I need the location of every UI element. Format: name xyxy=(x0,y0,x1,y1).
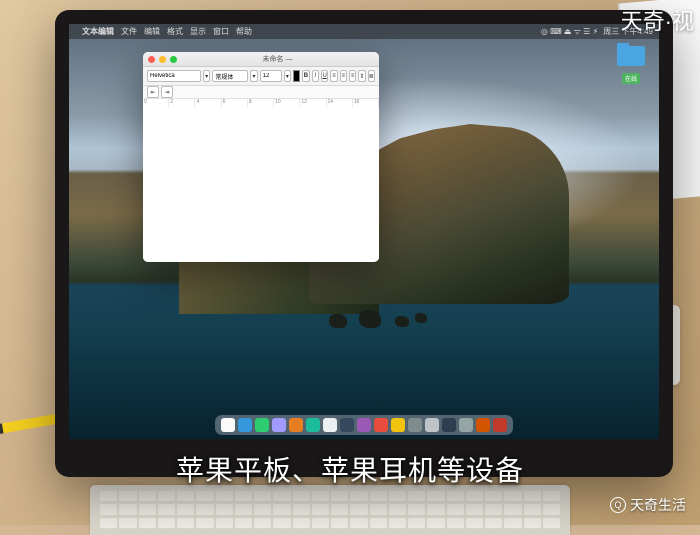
desktop-folder[interactable]: 在线 xyxy=(613,46,649,86)
dock-app[interactable] xyxy=(391,418,405,432)
font-family-field[interactable] xyxy=(147,70,201,82)
dock-app[interactable] xyxy=(340,418,354,432)
indent-increase-button[interactable]: ⇥ xyxy=(161,86,173,98)
chevron-down-icon[interactable]: ▾ xyxy=(250,70,257,82)
titlebar[interactable]: 未命名 — xyxy=(143,52,379,67)
traffic-lights xyxy=(148,56,177,63)
menu-format[interactable]: 格式 xyxy=(167,26,183,37)
menubar: 文本编辑 文件 编辑 格式 显示 窗口 帮助 ◎ ⌨ ⏏ ᯤ ☰ ⚡︎ 周三 下… xyxy=(69,24,659,39)
format-toolbar: ▾ ▾ ▾ B I U ≡ ≡ ≡ ⇕ ≣ xyxy=(143,67,379,86)
dock-app[interactable] xyxy=(476,418,490,432)
folder-icon xyxy=(617,46,645,66)
align-center-button[interactable]: ≡ xyxy=(340,70,347,82)
line-spacing-button[interactable]: ⇕ xyxy=(358,70,365,82)
watermark-top-right: 天奇·视 xyxy=(621,4,694,36)
dock-app[interactable] xyxy=(289,418,303,432)
dock-app[interactable] xyxy=(238,418,252,432)
keyboard-prop xyxy=(90,485,570,535)
menu-window[interactable]: 窗口 xyxy=(213,26,229,37)
document-area[interactable] xyxy=(143,107,379,262)
dock-app[interactable] xyxy=(408,418,422,432)
bold-button[interactable]: B xyxy=(302,70,309,82)
dock-app[interactable] xyxy=(357,418,371,432)
dock-app[interactable] xyxy=(221,418,235,432)
dock-app[interactable] xyxy=(306,418,320,432)
app-name[interactable]: 文本编辑 xyxy=(82,26,114,37)
zoom-button[interactable] xyxy=(170,56,177,63)
dock-app[interactable] xyxy=(493,418,507,432)
font-size-field[interactable] xyxy=(260,70,282,82)
close-button[interactable] xyxy=(148,56,155,63)
watermark-bottom-right: Q 天奇生活 xyxy=(610,495,686,515)
desk-surface: 文本编辑 文件 编辑 格式 显示 窗口 帮助 ◎ ⌨ ⏏ ᯤ ☰ ⚡︎ 周三 下… xyxy=(0,0,700,525)
window-title: 未命名 — xyxy=(181,54,374,64)
align-right-button[interactable]: ≡ xyxy=(349,70,356,82)
textedit-window[interactable]: 未命名 — ▾ ▾ ▾ B I U ≡ ≡ ≡ ⇕ ≣ xyxy=(143,52,379,262)
screen: 文本编辑 文件 编辑 格式 显示 窗口 帮助 ◎ ⌨ ⏏ ᯤ ☰ ⚡︎ 周三 下… xyxy=(69,24,659,439)
dock-app[interactable] xyxy=(459,418,473,432)
dock xyxy=(215,415,513,435)
minimize-button[interactable] xyxy=(159,56,166,63)
indent-decrease-button[interactable]: ⇤ xyxy=(147,86,159,98)
sea-rocks xyxy=(329,304,439,334)
underline-button[interactable]: U xyxy=(321,70,328,82)
menu-edit[interactable]: 编辑 xyxy=(144,26,160,37)
font-style-field[interactable] xyxy=(212,70,248,82)
list-button[interactable]: ≣ xyxy=(368,70,375,82)
menu-view[interactable]: 显示 xyxy=(190,26,206,37)
menu-file[interactable]: 文件 xyxy=(121,26,137,37)
dock-app[interactable] xyxy=(374,418,388,432)
italic-button[interactable]: I xyxy=(312,70,319,82)
secondary-toolbar: ⇤ ⇥ xyxy=(143,86,379,99)
magnify-icon: Q xyxy=(610,497,626,513)
folder-label: 在线 xyxy=(622,73,640,84)
subtitle-caption: 苹果平板、苹果耳机等设备 xyxy=(0,449,700,489)
text-color-swatch[interactable] xyxy=(293,70,300,82)
status-icons[interactable]: ◎ ⌨ ⏏ ᯤ ☰ ⚡︎ xyxy=(541,26,598,37)
menu-help[interactable]: 帮助 xyxy=(236,26,252,37)
dock-app[interactable] xyxy=(323,418,337,432)
dock-app[interactable] xyxy=(272,418,286,432)
dock-app[interactable] xyxy=(425,418,439,432)
dock-app[interactable] xyxy=(442,418,456,432)
align-left-button[interactable]: ≡ xyxy=(330,70,337,82)
chevron-down-icon[interactable]: ▾ xyxy=(284,70,291,82)
chevron-down-icon[interactable]: ▾ xyxy=(203,70,210,82)
imac-frame: 文本编辑 文件 编辑 格式 显示 窗口 帮助 ◎ ⌨ ⏏ ᯤ ☰ ⚡︎ 周三 下… xyxy=(55,10,673,477)
dock-app[interactable] xyxy=(255,418,269,432)
watermark-br-text: 天奇生活 xyxy=(630,495,686,515)
